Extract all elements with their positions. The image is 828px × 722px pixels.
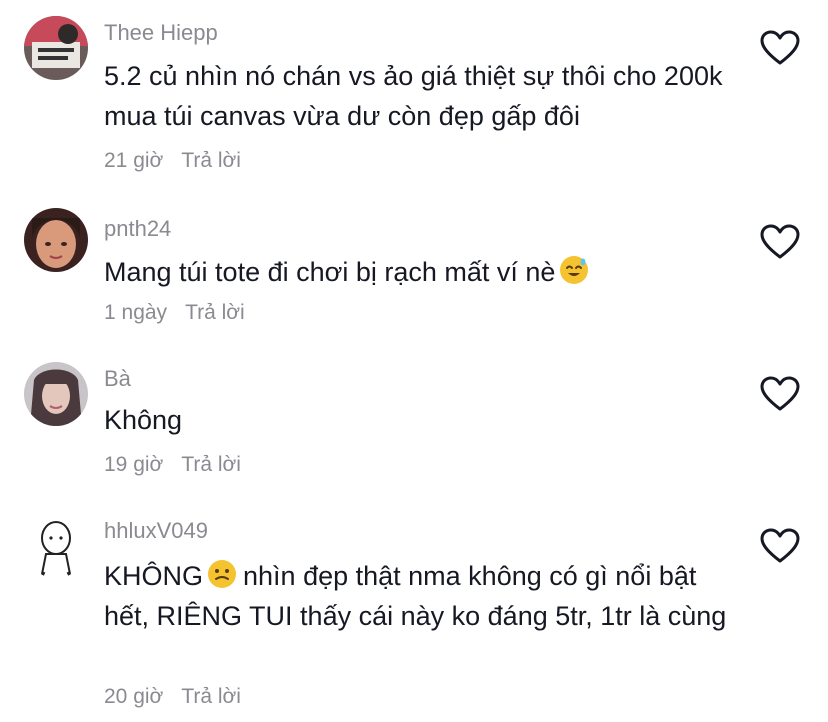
comment-item: hhluxV049 KHÔNG nhìn đẹp thật nma không … — [0, 500, 828, 722]
heart-outline-icon[interactable] — [760, 30, 800, 66]
comment-text: Không — [104, 405, 183, 435]
sweat-smile-emoji — [560, 256, 589, 284]
comment-time: 20 giờ — [104, 685, 164, 708]
comment-time: 1 ngày — [104, 301, 168, 324]
heart-outline-icon[interactable] — [760, 528, 800, 564]
comment-item: Bà Không 19 giờ Trả lời — [0, 340, 828, 500]
comment-meta: 20 giờ Trả lời — [104, 684, 241, 710]
grimace-emoji — [208, 560, 237, 588]
comment-text-content: Mang túi tote đi chơi bị rạch mất ví nè — [104, 257, 556, 287]
comment-meta: 1 ngày Trả lời — [104, 300, 245, 326]
heart-outline-icon[interactable] — [760, 224, 800, 260]
reply-button[interactable]: Trả lời — [181, 149, 241, 172]
comment-text: KHÔNG nhìn đẹp thật nma không có gì nổi … — [104, 556, 744, 636]
comment-meta: 21 giờ Trả lời — [104, 148, 241, 174]
comment-username[interactable]: pnth24 — [104, 216, 171, 242]
comment-text-prefix: KHÔNG — [104, 561, 204, 591]
avatar[interactable] — [24, 16, 88, 80]
comment-meta: 19 giờ Trả lời — [104, 452, 241, 478]
reply-button[interactable]: Trả lời — [185, 301, 245, 324]
comment-username[interactable]: Bà — [104, 366, 131, 392]
comment-time: 19 giờ — [104, 453, 164, 476]
reply-button[interactable]: Trả lời — [181, 685, 241, 708]
comment-time: 21 giờ — [104, 149, 164, 172]
comment-username[interactable]: Thee Hiepp — [104, 20, 218, 46]
comment-item: pnth24 Mang túi tote đi chơi bị rạch mất… — [0, 190, 828, 340]
comment-username[interactable]: hhluxV049 — [104, 518, 208, 544]
reply-button[interactable]: Trả lời — [181, 453, 241, 476]
comment-text: Mang túi tote đi chơi bị rạch mất ví nè — [104, 252, 744, 292]
avatar[interactable] — [24, 208, 88, 272]
comment-text: 5.2 củ nhìn nó chán vs ảo giá thiệt sự t… — [104, 61, 723, 131]
comment-item: Thee Hiepp 5.2 củ nhìn nó chán vs ảo giá… — [0, 0, 828, 190]
avatar[interactable] — [24, 362, 88, 426]
heart-outline-icon[interactable] — [760, 376, 800, 412]
avatar[interactable] — [24, 514, 88, 578]
